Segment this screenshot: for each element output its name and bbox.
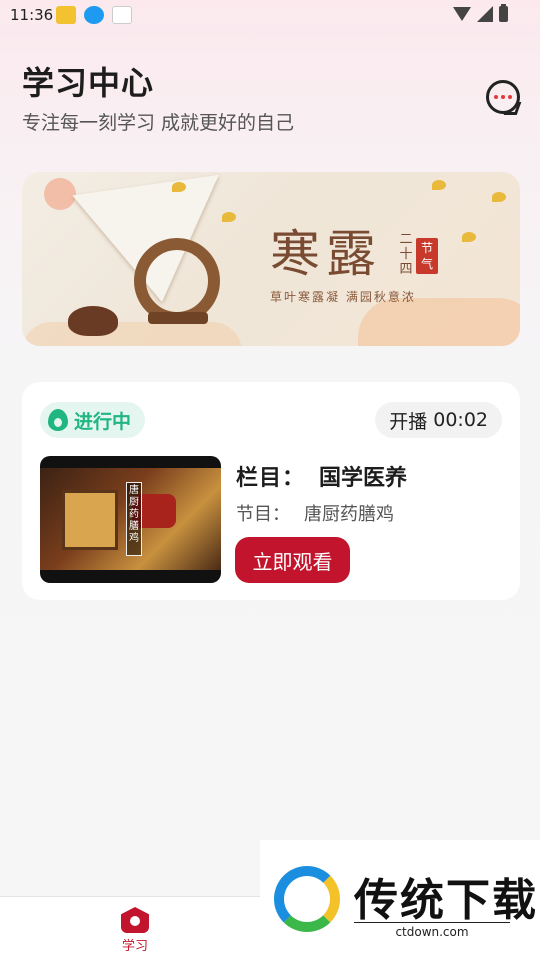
watermark: 传统下载 ctdown.com — [260, 840, 540, 960]
ginkgo-leaf-decoration — [462, 232, 476, 242]
column-label: 栏目： — [236, 466, 306, 491]
thumbnail-title: 唐厨药膳鸡 — [126, 482, 142, 556]
column-value: 国学医养 — [319, 466, 408, 491]
banner-sun-decoration — [44, 178, 76, 210]
nav-item-study[interactable]: 学习 — [112, 907, 158, 955]
app-notification-icon — [112, 6, 132, 24]
message-button[interactable] — [486, 80, 520, 114]
watermark-logo-icon — [274, 866, 340, 932]
message-dots-icon — [508, 95, 512, 99]
battery-icon — [499, 4, 508, 22]
home-icon — [121, 907, 149, 933]
watch-now-button[interactable]: 立即观看 — [235, 537, 350, 583]
ginkgo-leaf-decoration — [432, 180, 446, 190]
ornament-stand-illustration — [148, 312, 208, 324]
banner-caption: 草叶寒露凝 满园秋意浓 — [270, 290, 416, 304]
episode-label: 节目： — [236, 504, 290, 525]
signal-icon — [477, 6, 493, 22]
program-thumbnail[interactable]: 唐厨药膳鸡 — [40, 456, 221, 583]
app-notification-icon — [56, 6, 76, 24]
page-title: 学习中心 — [22, 64, 155, 102]
status-time: 11:36 — [10, 6, 54, 24]
program-column: 栏目： 国学医养 — [236, 460, 407, 492]
ginkgo-leaf-decoration — [222, 212, 236, 222]
wifi-icon — [453, 7, 471, 21]
live-status-text: 进行中 — [74, 410, 132, 433]
download-icon — [84, 6, 104, 24]
banner-title: 寒露 — [270, 225, 382, 283]
banner-cloud-decoration — [22, 322, 242, 346]
flame-icon — [48, 409, 68, 431]
status-bar: 11:36 — [0, 0, 540, 32]
ginkgo-leaf-decoration — [172, 182, 186, 192]
banner-vertical-text: 二十四 — [399, 232, 413, 277]
broadcast-label: 开播 — [389, 410, 428, 433]
watermark-url: ctdown.com — [354, 922, 510, 939]
live-status-badge: 进行中 — [40, 402, 146, 438]
banner[interactable]: 寒露 二十四 节气 草叶寒露凝 满园秋意浓 — [22, 172, 520, 346]
nav-item-label: 学习 — [121, 939, 148, 954]
page-subtitle: 专注每一刻学习 成就更好的自己 — [22, 112, 295, 134]
banner-cloud-decoration — [358, 298, 520, 346]
broadcast-time: 00:02 — [433, 409, 488, 431]
thumbnail-image: 唐厨药膳鸡 — [40, 468, 221, 570]
message-dots-icon — [501, 95, 505, 99]
status-indicators — [453, 4, 508, 22]
banner-seal: 节气 — [416, 238, 438, 274]
teapot-illustration — [68, 306, 118, 336]
herb-box-illustration — [62, 490, 118, 550]
program-episode: 节目： 唐厨药膳鸡 — [236, 500, 394, 526]
broadcast-time-badge: 开播 00:02 — [375, 402, 502, 438]
live-program-card: 进行中 开播 00:02 唐厨药膳鸡 栏目： 国学医养 节目： 唐厨药膳鸡 立即观看 — [22, 382, 520, 600]
episode-value: 唐厨药膳鸡 — [304, 504, 394, 525]
ginkgo-leaf-decoration — [492, 192, 506, 202]
message-dots-icon — [494, 95, 498, 99]
watermark-title: 传统下载 — [354, 875, 538, 926]
